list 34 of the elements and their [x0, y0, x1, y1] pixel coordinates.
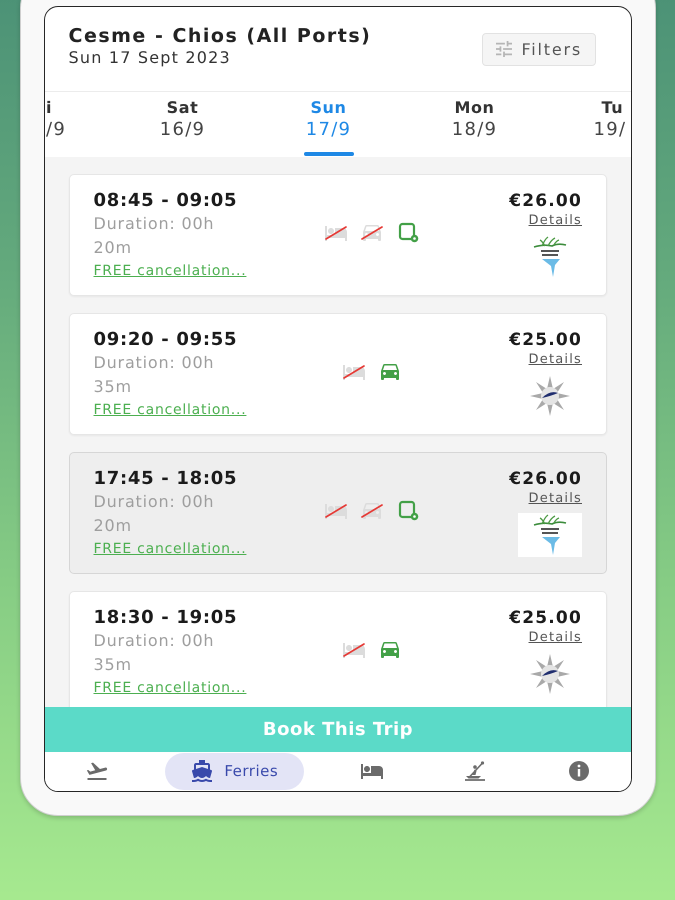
- info-icon: [567, 759, 592, 784]
- trip-duration: Duration: 00h 20m: [94, 212, 216, 258]
- ticket-price: €26.00: [509, 468, 582, 490]
- ferry-result-card[interactable]: 17:45 - 18:05 Duration: 00h 20m FREE cancellation... €26.00 Details: [68, 452, 607, 574]
- date-tab[interactable]: Sat 16/9: [110, 92, 256, 157]
- ferry-result-card[interactable]: 09:20 - 09:55 Duration: 00h 35m FREE cancellation... €25.00 Details: [68, 312, 607, 434]
- route-title: Cesme - Chios (All Ports): [68, 24, 372, 48]
- details-link[interactable]: Details: [528, 212, 582, 230]
- date-tab[interactable]: Mon 18/9: [402, 92, 548, 157]
- ship-icon: [190, 759, 214, 784]
- trip-duration: Duration: 00h 20m: [94, 490, 216, 536]
- date-tab[interactable]: Tu 19/: [548, 92, 631, 157]
- ticket-price: €25.00: [509, 606, 582, 628]
- date-tab[interactable]: Sun 17/9: [256, 92, 402, 157]
- trip-duration: Duration: 00h 35m: [94, 352, 216, 398]
- leaf-logo-icon: [518, 512, 582, 556]
- departure-arrival-time: 18:30 - 19:05: [94, 606, 238, 628]
- kayaker-icon: [463, 759, 488, 784]
- ticket-price: €26.00: [509, 190, 582, 212]
- departure-arrival-time: 09:20 - 09:55: [94, 328, 238, 350]
- trip-duration: Duration: 00h 35m: [94, 630, 216, 676]
- departure-arrival-time: 08:45 - 09:05: [94, 190, 238, 212]
- nav-tab[interactable]: Ferries: [164, 752, 304, 790]
- details-link[interactable]: Details: [528, 490, 582, 508]
- details-link[interactable]: Details: [528, 350, 582, 368]
- departure-arrival-time: 17:45 - 18:05: [94, 468, 238, 490]
- ferry-result-card[interactable]: 18:30 - 19:05 Duration: 00h 35m FREE cancellation... €25.00 Details: [68, 590, 607, 706]
- filters-button[interactable]: Filters: [482, 32, 596, 66]
- sliders-icon: [496, 41, 512, 57]
- ferry-result-card[interactable]: 08:45 - 09:05 Duration: 00h 20m FREE cancellation... €26.00 Details: [68, 174, 607, 296]
- date-tab[interactable]: i /9: [45, 92, 110, 157]
- trip-date: Sun 17 Sept 2023: [68, 48, 232, 68]
- details-link[interactable]: Details: [528, 628, 582, 646]
- ticket-price: €25.00: [509, 328, 582, 350]
